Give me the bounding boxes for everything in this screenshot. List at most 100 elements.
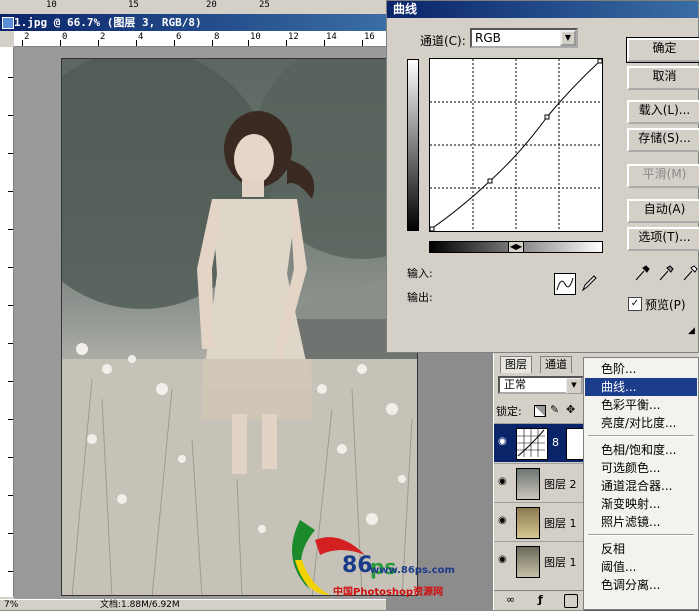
- curve-point[interactable]: [597, 58, 603, 64]
- chevron-down-icon[interactable]: ▼: [566, 378, 582, 394]
- svg-text:86: 86: [342, 553, 373, 578]
- channel-label: 通道(C):: [420, 34, 466, 48]
- document-title-bar[interactable]: 1.jpg @ 66.7% (图层 3, RGB/8): [0, 14, 386, 31]
- layer-name: 图层 1: [544, 517, 577, 530]
- top-tick: 20: [206, 0, 217, 10]
- save-button[interactable]: 存储(S)...: [627, 128, 699, 152]
- menu-item-gradient-map[interactable]: 渐变映射...: [585, 495, 697, 513]
- tab-channels[interactable]: 通道: [540, 356, 572, 373]
- ok-button[interactable]: 确定: [626, 37, 699, 63]
- auto-button[interactable]: 自动(A): [627, 199, 699, 223]
- options-button[interactable]: 选项(T)...: [627, 227, 699, 251]
- menu-item-hue-saturation[interactable]: 色相/饱和度...: [585, 441, 697, 459]
- blend-mode-value: 正常: [504, 378, 526, 391]
- layer-row-curves[interactable]: ◉ 8: [494, 423, 589, 462]
- document-title: 1.jpg @ 66.7% (图层 3, RGB/8): [14, 16, 202, 29]
- watermark-url: www.86ps.com: [370, 565, 455, 576]
- ruler-label: 0: [62, 32, 68, 42]
- status-bar: 7% 文档:1.88M/6.92M: [0, 599, 386, 610]
- pencil-icon[interactable]: [580, 273, 598, 293]
- black-eyedropper-icon[interactable]: [633, 263, 651, 283]
- preview-label: 预览(P): [645, 298, 686, 312]
- adjustment-layer-menu: 色阶... 曲线... 色彩平衡... 亮度/对比度... 色相/饱和度... …: [583, 357, 699, 610]
- ruler-label: 14: [326, 32, 337, 42]
- channel-select[interactable]: RGB ▼: [470, 28, 578, 48]
- gradient-toggle-icon[interactable]: ◀▶: [508, 241, 524, 253]
- tab-layers[interactable]: 图层: [500, 356, 532, 373]
- ruler-label: 4: [138, 32, 144, 42]
- status-zoom: 7%: [4, 600, 19, 610]
- smooth-button[interactable]: 平滑(M): [627, 164, 699, 188]
- menu-item-selective-color[interactable]: 可选颜色...: [585, 459, 697, 477]
- output-label: 输出:: [407, 291, 433, 304]
- chain-link-icon[interactable]: 8: [552, 436, 559, 449]
- channel-value: RGB: [475, 31, 501, 45]
- link-layers-icon[interactable]: ∞: [506, 593, 515, 606]
- lock-brush-icon[interactable]: ✎: [550, 403, 559, 416]
- output-gradient-bar: [407, 59, 419, 231]
- menu-item-color-balance[interactable]: 色彩平衡...: [585, 396, 697, 414]
- curves-dialog: 曲线 通道(C): RGB ▼ ◀▶ 输入: 输出: 确定 取消 载入(L)..…: [386, 0, 699, 353]
- curve-tool-icon[interactable]: [554, 273, 576, 295]
- curve-graph[interactable]: [429, 58, 603, 232]
- input-label: 输入:: [407, 267, 433, 280]
- horizontal-ruler[interactable]: 2 0 2 4 6 8 10 12 14 16: [14, 31, 386, 47]
- photoshop-doc-icon: [2, 17, 14, 29]
- eye-icon[interactable]: ◉: [498, 477, 512, 487]
- layer-style-icon[interactable]: ƒ: [538, 593, 543, 606]
- eye-icon[interactable]: ◉: [498, 555, 512, 565]
- add-mask-icon[interactable]: [564, 594, 578, 608]
- curve-graph-svg: [429, 58, 603, 232]
- cancel-button[interactable]: 取消: [627, 66, 699, 90]
- curves-dialog-title[interactable]: 曲线: [387, 1, 698, 18]
- top-tick: 15: [128, 0, 139, 10]
- watermark-text: 中国Photoshop资源网: [333, 587, 444, 598]
- eye-icon[interactable]: ◉: [498, 516, 512, 526]
- white-eyedropper-icon[interactable]: [681, 263, 699, 283]
- menu-item-posterize[interactable]: 色调分离...: [585, 576, 697, 594]
- menu-item-curves[interactable]: 曲线...: [585, 378, 697, 396]
- curves-adjustment-thumbnail: [516, 428, 548, 460]
- curve-point[interactable]: [544, 114, 550, 120]
- lock-move-icon[interactable]: ✥: [566, 403, 575, 416]
- eyedropper-group: [633, 263, 699, 283]
- menu-item-photo-filter[interactable]: 照片滤镜...: [585, 513, 697, 531]
- menu-item-levels[interactable]: 色阶...: [585, 360, 697, 378]
- menu-item-threshold[interactable]: 阈值...: [585, 558, 697, 576]
- ruler-label: 16: [364, 32, 375, 42]
- layer-row[interactable]: ◉ 图层 1: [494, 502, 589, 541]
- menu-item-invert[interactable]: 反相: [585, 540, 697, 558]
- layer-row[interactable]: ◉ 图层 1: [494, 541, 589, 580]
- layers-panel-tabs: 图层 通道: [494, 356, 594, 373]
- layer-thumbnail: [516, 507, 540, 539]
- status-doc-size: 文档:1.88M/6.92M: [100, 600, 180, 610]
- ruler-label: 2: [100, 32, 106, 42]
- layer-name: 图层 1: [544, 556, 577, 569]
- preview-checkbox[interactable]: ✓: [628, 297, 642, 311]
- menu-item-brightness-contrast[interactable]: 亮度/对比度...: [585, 414, 697, 432]
- top-tick: 10: [46, 0, 57, 10]
- lock-transparency-icon[interactable]: [534, 405, 546, 417]
- gray-eyedropper-icon[interactable]: [657, 263, 675, 283]
- menu-separator: [588, 435, 694, 437]
- eye-icon[interactable]: ◉: [498, 437, 512, 447]
- top-ruler-ticks: 10 15 20 25: [36, 0, 336, 10]
- blend-mode-select[interactable]: 正常 ▼: [498, 376, 584, 394]
- menu-item-channel-mixer[interactable]: 通道混合器...: [585, 477, 697, 495]
- layer-thumbnail: [516, 546, 540, 578]
- curve-point[interactable]: [487, 178, 493, 184]
- expand-icon[interactable]: ◢: [688, 326, 698, 336]
- menu-separator: [588, 534, 694, 536]
- preview-checkbox-row[interactable]: ✓ 预览(P): [628, 295, 698, 313]
- chevron-down-icon[interactable]: ▼: [560, 30, 576, 46]
- layer-name: 图层 2: [544, 478, 577, 491]
- curve-point[interactable]: [429, 226, 435, 232]
- ruler-label: 8: [214, 32, 220, 42]
- ruler-label: 2: [24, 32, 30, 42]
- load-button[interactable]: 载入(L)...: [627, 100, 699, 124]
- ruler-label: 12: [288, 32, 299, 42]
- vertical-ruler[interactable]: [0, 47, 14, 597]
- layer-thumbnail: [516, 468, 540, 500]
- ruler-label: 10: [250, 32, 261, 42]
- layer-row[interactable]: ◉ 图层 2: [494, 463, 589, 502]
